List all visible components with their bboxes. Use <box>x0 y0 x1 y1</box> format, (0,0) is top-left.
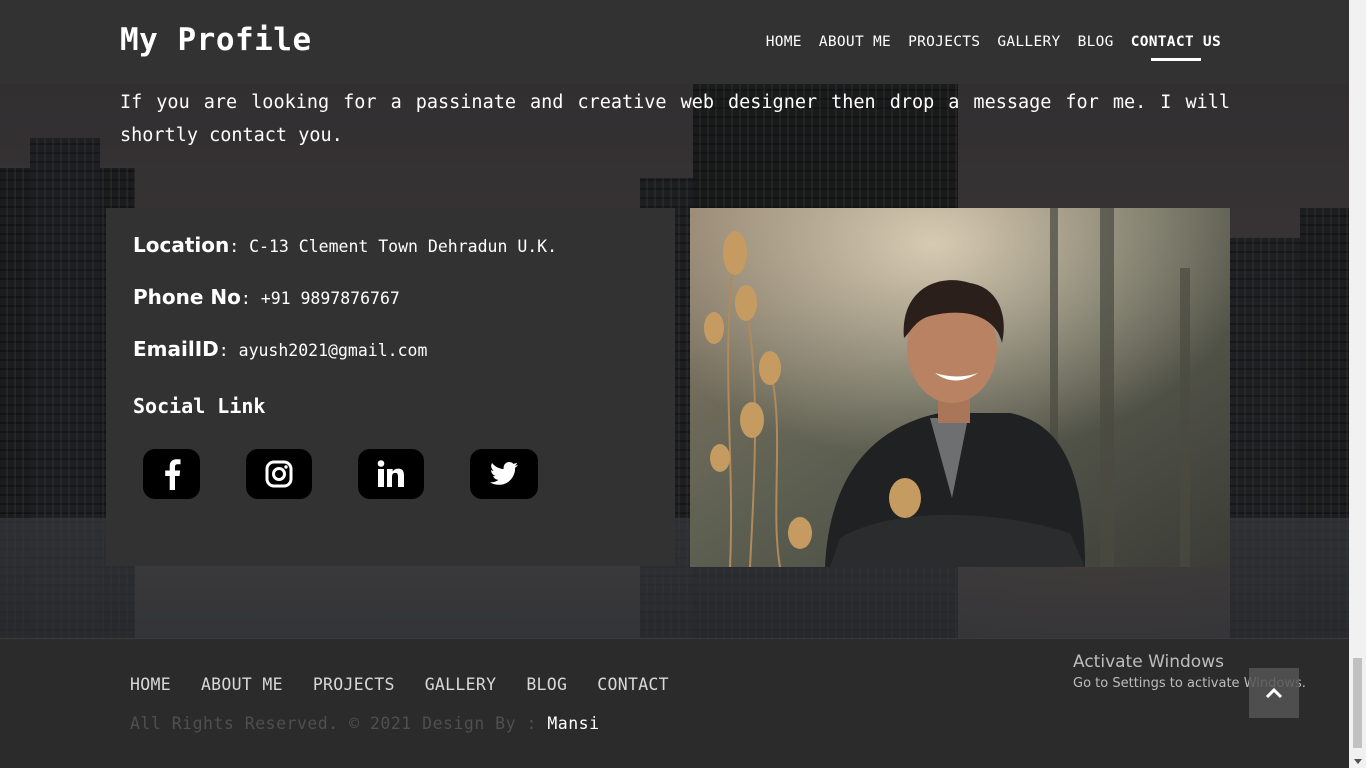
back-to-top-button[interactable] <box>1249 668 1299 718</box>
footer-nav-blog[interactable]: BLOG <box>526 675 567 694</box>
scrollbar-thumb[interactable] <box>1353 658 1362 748</box>
facebook-icon <box>164 459 180 490</box>
footer-nav-gallery[interactable]: GALLERY <box>425 675 497 694</box>
instagram-icon <box>265 460 293 488</box>
phone-label: Phone No <box>133 285 241 309</box>
linkedin-icon <box>377 460 404 487</box>
email-value: : ayush2021@gmail.com <box>218 341 428 360</box>
copyright-text: All Rights Reserved. © 2021 Design By : … <box>130 714 600 733</box>
phone-value: : +91 9897876767 <box>240 289 400 308</box>
nav-contact-us[interactable]: CONTACT US <box>1131 34 1221 61</box>
footer-nav-projects[interactable]: PROJECTS <box>313 675 395 694</box>
main-nav: HOME ABOUT ME PROJECTS GALLERY BLOG CONT… <box>766 34 1221 61</box>
phone-row: Phone No: +91 9897876767 <box>133 285 400 309</box>
nav-projects[interactable]: PROJECTS <box>908 34 980 50</box>
nav-gallery[interactable]: GALLERY <box>997 34 1060 50</box>
location-row: Location: C-13 Clement Town Dehradun U.K… <box>133 233 557 257</box>
twitter-icon <box>490 462 518 485</box>
profile-photo <box>690 208 1230 567</box>
author-name: Mansi <box>547 714 600 733</box>
contact-intro-text: If you are looking for a passinate and c… <box>120 92 1230 146</box>
email-row: EmailID: ayush2021@gmail.com <box>133 337 427 361</box>
nav-blog[interactable]: BLOG <box>1078 34 1114 50</box>
copyright-label: All Rights Reserved. © 2021 Design By : <box>130 714 548 733</box>
site-brand[interactable]: My Profile <box>120 22 312 58</box>
footer-nav: HOME ABOUT ME PROJECTS GALLERY BLOG CONT… <box>130 675 669 694</box>
location-value: : C-13 Clement Town Dehradun U.K. <box>229 237 558 256</box>
chevron-up-icon <box>1265 687 1283 699</box>
scroll-down-arrow-icon[interactable] <box>1354 759 1362 764</box>
nav-home[interactable]: HOME <box>766 34 802 50</box>
email-label: EmailID <box>133 337 219 361</box>
page-scrollbar[interactable] <box>1349 0 1366 768</box>
footer-nav-about-me[interactable]: ABOUT ME <box>201 675 283 694</box>
facebook-button[interactable] <box>143 449 200 499</box>
location-label: Location <box>133 233 230 257</box>
contact-info-panel: Location: C-13 Clement Town Dehradun U.K… <box>106 208 675 566</box>
footer-nav-contact[interactable]: CONTACT <box>597 675 669 694</box>
social-link-heading: Social Link <box>133 394 266 418</box>
top-navbar: My Profile HOME ABOUT ME PROJECTS GALLER… <box>0 0 1349 84</box>
instagram-button[interactable] <box>246 449 312 499</box>
nav-about-me[interactable]: ABOUT ME <box>819 34 891 50</box>
linkedin-button[interactable] <box>358 449 424 499</box>
footer-nav-home[interactable]: HOME <box>130 675 171 694</box>
twitter-button[interactable] <box>470 449 538 499</box>
